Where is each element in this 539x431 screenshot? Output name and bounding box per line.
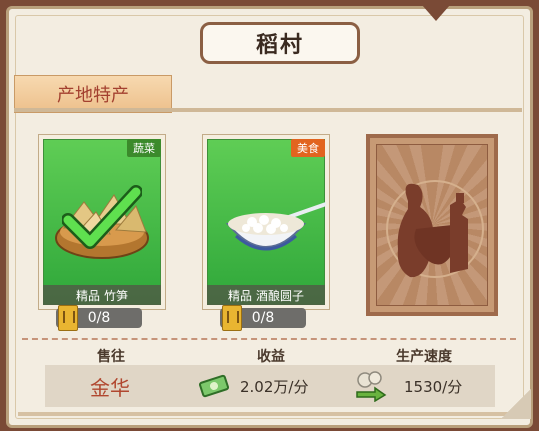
specialty-card-bamboo[interactable]: 蔬菜 精品 竹笋 [38,134,166,310]
item-name-bar: 精品 酒酿圆子 [207,285,325,305]
specialty-card-dumplings[interactable]: 美食 精品 酒酿圆子 [202,134,330,310]
coupon-icon [222,305,242,331]
income-value: 2.02万/分 [240,377,309,396]
speed-icon [356,371,387,402]
section-divider [14,108,522,112]
locked-card-inner [376,144,488,306]
stats-divider [22,338,516,340]
panel-notch [422,5,450,21]
destination-value: 金华 [90,375,130,400]
income-label: 收益 [257,349,285,365]
coupon-icon [58,305,78,331]
item-name: 酒酿圆子 [256,288,305,303]
money-icon [198,374,230,398]
item-name-bar: 精品 竹笋 [43,285,161,305]
locked-specialty-card[interactable] [366,134,498,316]
destination-label: 售往 [97,349,125,365]
item-quality: 精品 [75,288,100,303]
jar-silhouette-icon [386,180,484,278]
category-tag: 蔬菜 [127,139,161,157]
item-name: 竹笋 [104,288,129,303]
page-title: 稻村 [200,22,360,64]
page-curl [501,389,531,419]
category-tag: 美食 [291,139,325,157]
item-quality: 精品 [227,288,252,303]
bottom-strip [18,412,523,416]
card-image-frame [207,139,326,305]
speed-label: 生产速度 [396,349,452,365]
check-icon [62,185,142,249]
card-image-frame [43,139,161,305]
speed-value: 1530/分 [404,377,463,396]
dumpling-bowl-image [225,202,326,251]
